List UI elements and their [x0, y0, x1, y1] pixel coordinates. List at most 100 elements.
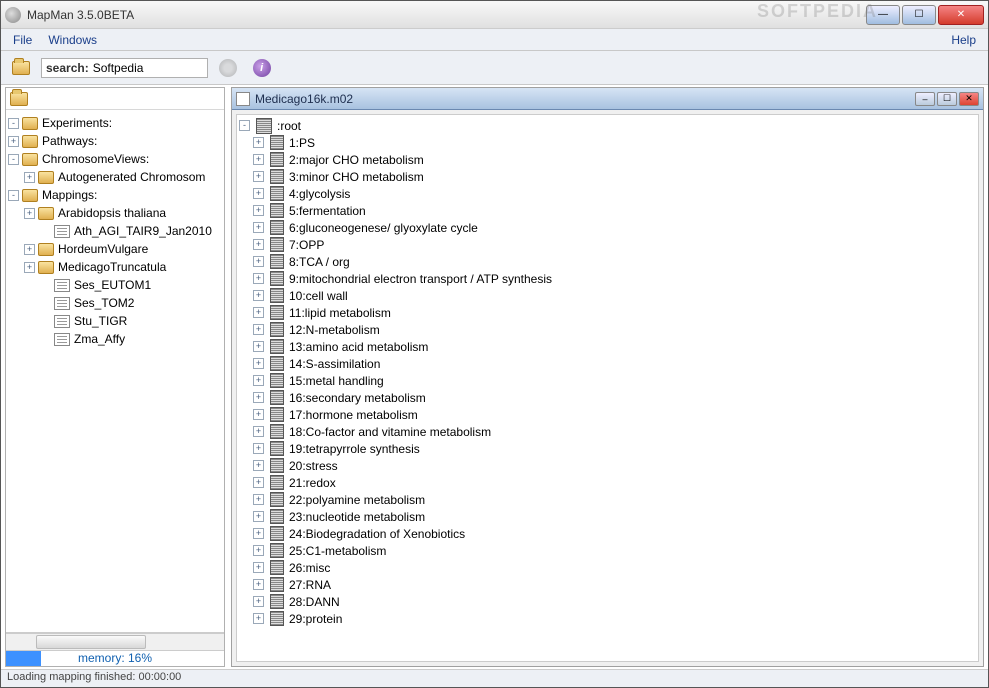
navigation-tree[interactable]: -Experiments:+Pathways:-ChromosomeViews:… — [6, 110, 224, 632]
tree-item[interactable]: -Experiments: — [8, 114, 222, 132]
search-input[interactable] — [93, 61, 203, 75]
list-item[interactable]: +29:protein — [239, 610, 976, 627]
list-item[interactable]: +25:C1-metabolism — [239, 542, 976, 559]
tree-item[interactable]: Ath_AGI_TAIR9_Jan2010 — [8, 222, 222, 240]
tree-expander[interactable]: + — [253, 613, 264, 624]
panel-close-button[interactable]: ✕ — [959, 92, 979, 106]
tree-expander[interactable]: + — [253, 205, 264, 216]
list-item[interactable]: +4:glycolysis — [239, 185, 976, 202]
list-item[interactable]: +14:S-assimilation — [239, 355, 976, 372]
tree-expander[interactable]: + — [24, 244, 35, 255]
tree-expander[interactable]: + — [253, 324, 264, 335]
tree-expander[interactable]: - — [8, 154, 19, 165]
tree-expander[interactable]: + — [253, 222, 264, 233]
tree-item[interactable]: Stu_TIGR — [8, 312, 222, 330]
tree-expander[interactable]: + — [24, 172, 35, 183]
tree-item[interactable]: +MedicagoTruncatula — [8, 258, 222, 276]
tree-expander[interactable]: + — [253, 188, 264, 199]
list-item[interactable]: +27:RNA — [239, 576, 976, 593]
list-item[interactable]: +1:PS — [239, 134, 976, 151]
tree-expander[interactable]: + — [253, 358, 264, 369]
list-item[interactable]: +19:tetrapyrrole synthesis — [239, 440, 976, 457]
list-item[interactable]: +22:polyamine metabolism — [239, 491, 976, 508]
list-item[interactable]: +21:redox — [239, 474, 976, 491]
tree-expander[interactable]: + — [253, 409, 264, 420]
list-item[interactable]: +10:cell wall — [239, 287, 976, 304]
menu-help[interactable]: Help — [943, 31, 984, 49]
list-item[interactable]: +17:hormone metabolism — [239, 406, 976, 423]
tree-expander[interactable]: + — [8, 136, 19, 147]
tree-expander[interactable]: + — [253, 341, 264, 352]
list-item[interactable]: +28:DANN — [239, 593, 976, 610]
tree-item[interactable]: +Autogenerated Chromosom — [8, 168, 222, 186]
category-list[interactable]: -:root+1:PS+2:major CHO metabolism+3:min… — [237, 115, 978, 661]
list-item[interactable]: +20:stress — [239, 457, 976, 474]
open-folder-button[interactable] — [7, 55, 35, 81]
window-close-button[interactable]: ✕ — [938, 5, 984, 25]
list-item[interactable]: +11:lipid metabolism — [239, 304, 976, 321]
tree-expander[interactable]: + — [253, 579, 264, 590]
tree-expander[interactable]: + — [253, 290, 264, 301]
tree-expander[interactable]: + — [253, 477, 264, 488]
tree-expander[interactable]: + — [253, 596, 264, 607]
panel-maximize-button[interactable]: ☐ — [937, 92, 957, 106]
panel-minimize-button[interactable]: – — [915, 92, 935, 106]
panel-titlebar[interactable]: Medicago16k.m02 – ☐ ✕ — [232, 88, 983, 110]
list-item[interactable]: +8:TCA / org — [239, 253, 976, 270]
refresh-button[interactable] — [214, 55, 242, 81]
list-item[interactable]: +23:nucleotide metabolism — [239, 508, 976, 525]
tree-item[interactable]: Ses_TOM2 — [8, 294, 222, 312]
tree-item[interactable]: -Mappings: — [8, 186, 222, 204]
tree-expander[interactable]: + — [253, 375, 264, 386]
list-item[interactable]: +18:Co-factor and vitamine metabolism — [239, 423, 976, 440]
list-item-label: 13:amino acid metabolism — [289, 340, 428, 354]
list-item[interactable]: +15:metal handling — [239, 372, 976, 389]
window-maximize-button[interactable]: ☐ — [902, 5, 936, 25]
tree-expander[interactable]: + — [253, 528, 264, 539]
tree-expander[interactable]: + — [253, 460, 264, 471]
tree-expander[interactable]: - — [8, 118, 19, 129]
tree-item[interactable]: +Pathways: — [8, 132, 222, 150]
tree-item[interactable]: +HordeumVulgare — [8, 240, 222, 258]
tree-expander[interactable]: + — [253, 511, 264, 522]
tree-item[interactable]: +Arabidopsis thaliana — [8, 204, 222, 222]
list-item[interactable]: +12:N-metabolism — [239, 321, 976, 338]
list-item[interactable]: +2:major CHO metabolism — [239, 151, 976, 168]
info-button[interactable]: i — [248, 55, 276, 81]
list-item[interactable]: +13:amino acid metabolism — [239, 338, 976, 355]
list-item[interactable]: +7:OPP — [239, 236, 976, 253]
tree-expander[interactable]: + — [253, 562, 264, 573]
tree-expander[interactable]: + — [253, 137, 264, 148]
list-item[interactable]: +9:mitochondrial electron transport / AT… — [239, 270, 976, 287]
list-item[interactable]: +6:gluconeogenese/ glyoxylate cycle — [239, 219, 976, 236]
list-root[interactable]: -:root — [239, 117, 976, 134]
tree-expander[interactable]: - — [239, 120, 250, 131]
titlebar[interactable]: MapMan 3.5.0BETA — ☐ ✕ — [1, 1, 988, 29]
menu-windows[interactable]: Windows — [40, 31, 105, 49]
tree-expander[interactable]: + — [253, 239, 264, 250]
tree-expander[interactable]: + — [253, 443, 264, 454]
sidebar-hscrollbar[interactable] — [6, 633, 224, 650]
tree-expander[interactable]: + — [253, 307, 264, 318]
tree-expander[interactable]: + — [253, 256, 264, 267]
list-item[interactable]: +3:minor CHO metabolism — [239, 168, 976, 185]
tree-item[interactable]: Zma_Affy — [8, 330, 222, 348]
tree-expander[interactable]: + — [253, 426, 264, 437]
tree-expander[interactable]: + — [253, 273, 264, 284]
tree-expander[interactable]: + — [253, 171, 264, 182]
tree-expander[interactable]: + — [24, 262, 35, 273]
tree-expander[interactable]: + — [253, 545, 264, 556]
tree-expander[interactable]: + — [253, 392, 264, 403]
list-item[interactable]: +16:secondary metabolism — [239, 389, 976, 406]
list-item[interactable]: +5:fermentation — [239, 202, 976, 219]
tree-expander[interactable]: - — [8, 190, 19, 201]
menu-file[interactable]: File — [5, 31, 40, 49]
tree-item[interactable]: Ses_EUTOM1 — [8, 276, 222, 294]
list-item[interactable]: +26:misc — [239, 559, 976, 576]
tree-expander[interactable]: + — [253, 154, 264, 165]
list-item[interactable]: +24:Biodegradation of Xenobiotics — [239, 525, 976, 542]
tree-expander[interactable]: + — [253, 494, 264, 505]
tree-item[interactable]: -ChromosomeViews: — [8, 150, 222, 168]
tree-expander[interactable]: + — [24, 208, 35, 219]
window-minimize-button[interactable]: — — [866, 5, 900, 25]
